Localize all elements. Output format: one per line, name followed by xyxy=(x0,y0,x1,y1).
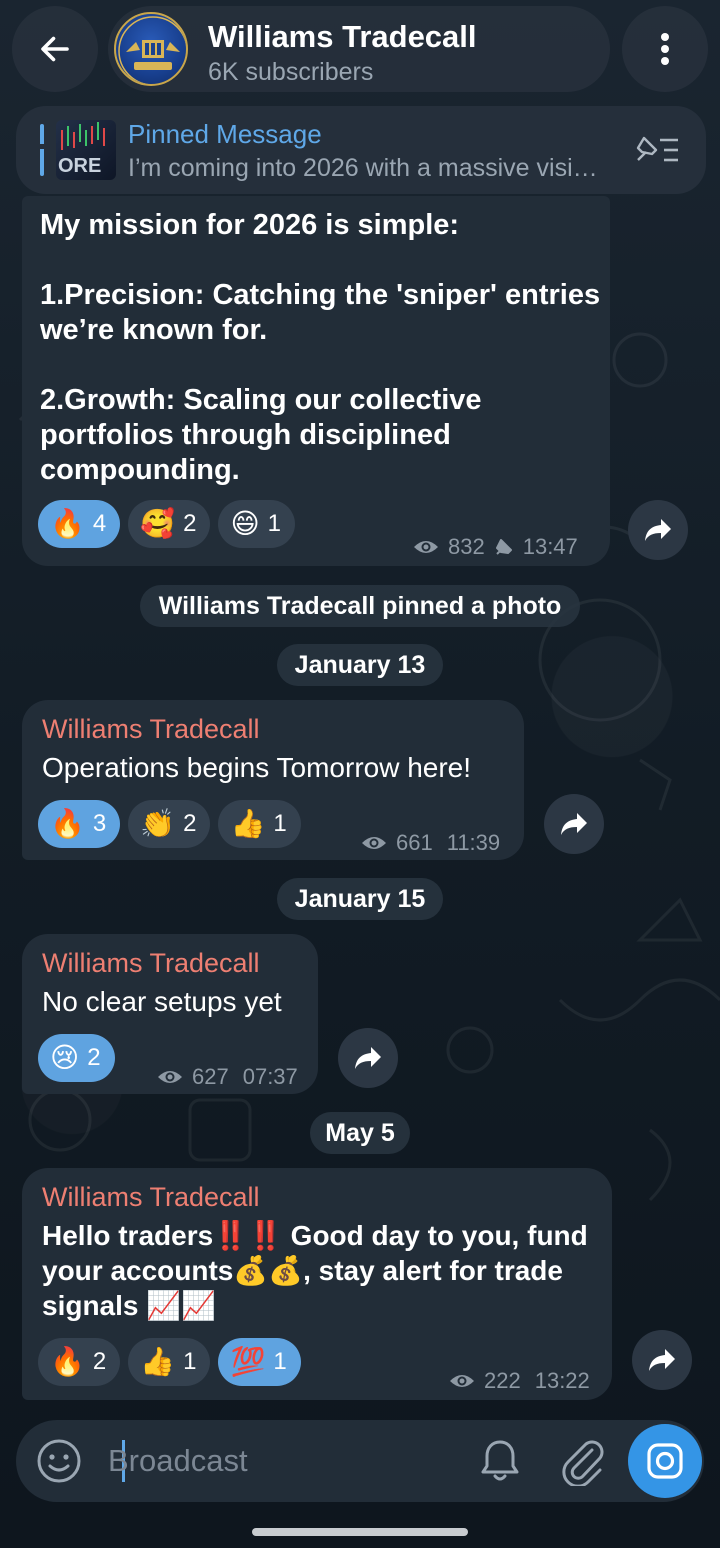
message-bubble[interactable]: My mission for 2026 is simple: 1.Precisi… xyxy=(22,196,610,566)
pinned-thumbnail: ORE xyxy=(56,120,116,180)
message-bubble[interactable]: Williams Tradecall Hello traders‼️‼️ Goo… xyxy=(22,1168,612,1400)
broadcast-input[interactable] xyxy=(108,1438,428,1484)
share-arrow-icon xyxy=(645,519,671,541)
forward-button[interactable] xyxy=(628,500,688,560)
view-count: 661 xyxy=(396,830,433,855)
reaction-fire[interactable]: 🔥 2 xyxy=(38,1338,121,1386)
channel-name: Williams Tradecall xyxy=(208,19,477,54)
message-text: Operations begins Tomorrow here! xyxy=(42,752,472,783)
camera-button[interactable] xyxy=(628,1424,702,1498)
channel-logo-icon xyxy=(118,16,186,84)
smiley-icon xyxy=(37,1439,81,1483)
subscriber-count: 6K subscribers xyxy=(208,58,374,86)
message-bubble[interactable]: Williams Tradecall Operations begins Tom… xyxy=(22,700,524,860)
reaction-grin[interactable]: 😄 1 xyxy=(218,500,296,548)
reaction-hundred[interactable]: 💯 1 xyxy=(218,1338,301,1386)
reaction-cry[interactable]: 😢 2 xyxy=(38,1034,115,1082)
back-button[interactable] xyxy=(12,6,98,92)
pin-icon xyxy=(495,539,512,555)
sender-name: Williams Tradecall xyxy=(42,714,260,744)
reactions-row: 🔥 2 👍 1 💯 1 xyxy=(38,1338,301,1386)
arrow-left-icon xyxy=(41,36,69,62)
channel-avatar[interactable] xyxy=(114,12,188,86)
reaction-hearts[interactable]: 🥰 2 xyxy=(128,500,211,548)
view-count: 627 xyxy=(192,1064,229,1089)
share-arrow-icon xyxy=(649,1349,675,1371)
message-text: My mission for 2026 is simple: 1.Precisi… xyxy=(40,209,601,486)
more-vertical-icon xyxy=(661,33,669,65)
pinned-list-icon[interactable] xyxy=(634,134,682,171)
date-separator: May 5 xyxy=(310,1112,410,1154)
sender-name: Williams Tradecall xyxy=(42,948,260,978)
forward-button[interactable] xyxy=(338,1028,398,1088)
home-indicator xyxy=(252,1528,468,1536)
message-time: 13:22 xyxy=(534,1368,590,1393)
camera-icon xyxy=(647,1443,683,1479)
channel-header[interactable]: Williams Tradecall 6K subscribers xyxy=(108,6,610,92)
broadcast-input-bar xyxy=(16,1420,704,1502)
sender-name: Williams Tradecall xyxy=(42,1182,260,1212)
reaction-clap[interactable]: 👏 2 xyxy=(128,800,211,848)
reactions-row: 🔥 3 👏 2 👍 1 xyxy=(38,800,301,848)
svg-text:ORE: ORE xyxy=(58,155,101,177)
message-meta: 627 07:37 xyxy=(156,1064,298,1090)
views-eye-icon xyxy=(362,837,386,849)
paperclip-icon xyxy=(562,1440,604,1488)
reaction-fire[interactable]: 🔥 3 xyxy=(38,800,121,848)
pinned-preview: I’m coming into 2026 with a massive visi… xyxy=(128,154,598,182)
views-eye-icon xyxy=(414,541,438,553)
message-time: 11:39 xyxy=(446,830,501,855)
service-pinned-photo: Williams Tradecall pinned a photo xyxy=(140,585,580,627)
pinned-title: Pinned Message xyxy=(128,119,322,149)
reactions-row: 😢 2 xyxy=(38,1034,115,1082)
views-eye-icon xyxy=(450,1375,474,1387)
reactions-row: 🔥 4 🥰 2 😄 1 xyxy=(38,500,296,548)
pin-indicator xyxy=(40,124,44,176)
message-time: 13:47 xyxy=(522,534,578,559)
message-time: 07:37 xyxy=(242,1064,298,1089)
more-options-button[interactable] xyxy=(622,6,708,92)
bell-icon xyxy=(481,1440,519,1481)
view-count: 832 xyxy=(448,534,485,559)
views-eye-icon xyxy=(158,1071,182,1083)
reaction-thumbs-up[interactable]: 👍 1 xyxy=(218,800,301,848)
date-separator: January 15 xyxy=(277,878,443,920)
message-meta: 832 13:47 xyxy=(412,534,578,560)
message-text: No clear setups yet xyxy=(42,986,282,1017)
pinned-message-bar[interactable]: ORE Pinned Message I’m coming into 2026 … xyxy=(16,106,706,194)
view-count: 222 xyxy=(484,1368,521,1393)
emoji-button[interactable] xyxy=(36,1438,82,1484)
share-arrow-icon xyxy=(355,1047,381,1069)
attach-button[interactable] xyxy=(560,1436,606,1488)
notifications-button[interactable] xyxy=(478,1438,522,1484)
reaction-fire[interactable]: 🔥 4 xyxy=(38,500,121,548)
message-meta: 661 11:39 xyxy=(360,830,500,856)
message-meta: 222 13:22 xyxy=(448,1368,590,1394)
message-text: Hello traders‼️‼️ Good day to you, fund … xyxy=(42,1220,588,1321)
forward-button[interactable] xyxy=(632,1330,692,1390)
date-separator: January 13 xyxy=(277,644,443,686)
message-bubble[interactable]: Williams Tradecall No clear setups yet 😢… xyxy=(22,934,318,1094)
forward-button[interactable] xyxy=(544,794,604,854)
reaction-thumbs-up[interactable]: 👍 1 xyxy=(128,1338,211,1386)
share-arrow-icon xyxy=(561,813,587,835)
